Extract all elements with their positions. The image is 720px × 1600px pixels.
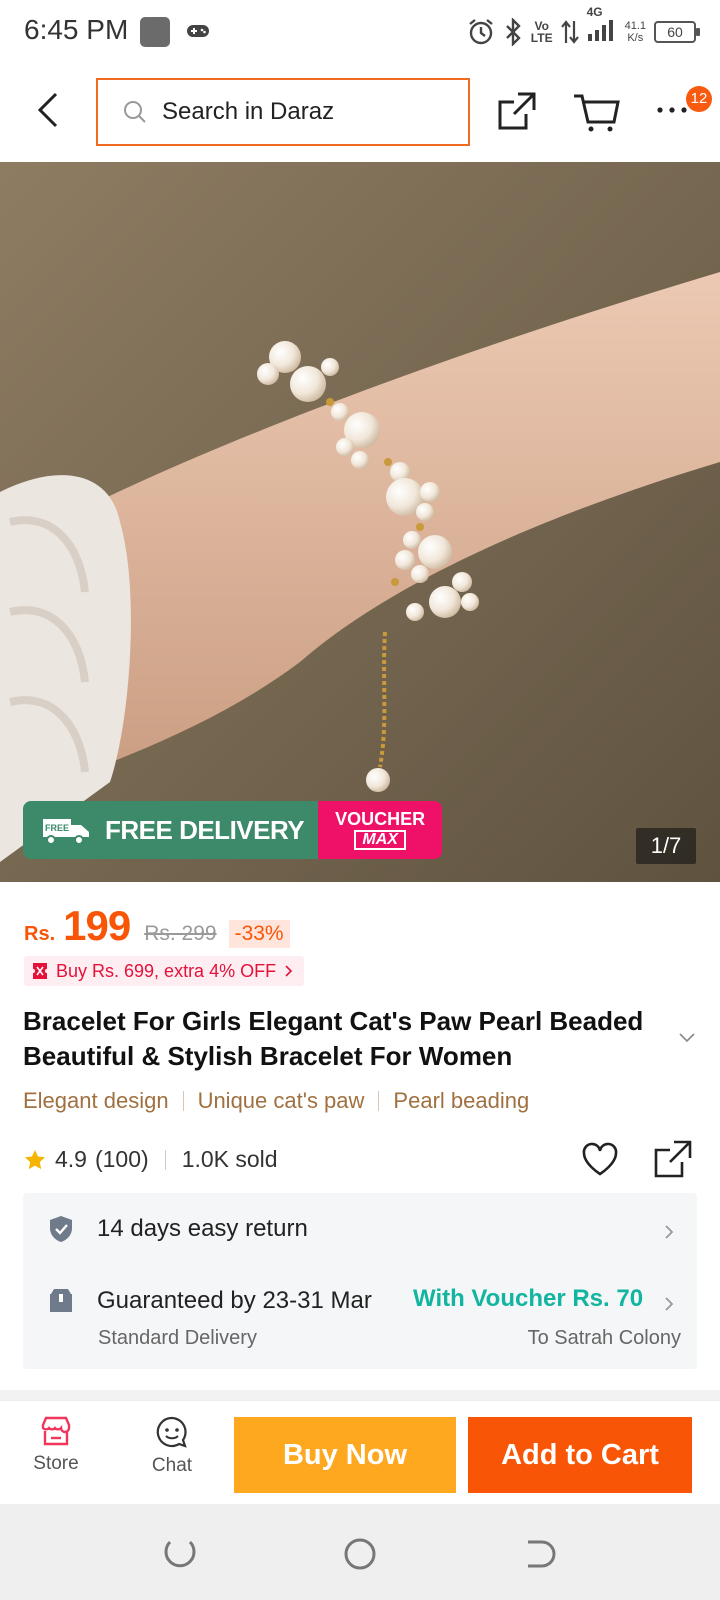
chat-button[interactable]: Chat — [132, 1415, 212, 1477]
gamepad-icon — [187, 25, 209, 37]
top-header: Search in Daraz 12 — [0, 64, 720, 162]
tag-divider — [182, 1091, 184, 1111]
image-counter: 1/7 — [636, 828, 696, 864]
status-time: 6:45 PM — [24, 14, 129, 45]
search-input[interactable]: Search in Daraz — [96, 78, 470, 146]
chevron-right-icon[interactable] — [663, 1223, 675, 1241]
heart-icon[interactable] — [580, 1140, 620, 1180]
network-speed: 41.1 K/s — [624, 20, 646, 44]
signal-icon — [587, 19, 613, 41]
section-divider — [0, 1390, 720, 1400]
promo-offer-chip[interactable]: Buy Rs. 699, extra 4% OFF — [24, 956, 305, 986]
review-count: (100) — [94, 1146, 149, 1172]
chevron-right-icon — [285, 965, 293, 977]
status-bar: 6:45 PM Vo LTE 4G 41.1 K/s 60 — [0, 0, 720, 64]
store-label: Store — [33, 1453, 79, 1474]
network-type: 4G — [586, 4, 603, 19]
chevron-right-icon[interactable] — [663, 1295, 675, 1313]
rating-value: 4.9 — [55, 1146, 87, 1172]
status-indicators: Vo LTE 4G 41.1 K/s 60 — [467, 6, 700, 50]
back-arrow-icon[interactable] — [30, 88, 70, 132]
back-nav-icon[interactable] — [520, 1534, 560, 1574]
battery-indicator: 60 — [654, 21, 700, 43]
delivery-guarantee-row[interactable]: Guaranteed by 23-31 Mar — [45, 1285, 372, 1317]
current-price: 199 — [63, 902, 131, 949]
rating-divider — [164, 1149, 166, 1170]
product-image-gallery[interactable] — [0, 162, 720, 882]
app-notification-icon — [140, 17, 170, 47]
volte-indicator: Vo LTE — [530, 19, 553, 45]
highlight-tag: Unique cat's paw — [197, 1088, 365, 1113]
store-button[interactable]: Store — [16, 1415, 96, 1475]
cart-icon[interactable] — [572, 90, 620, 134]
product-title-block[interactable]: Bracelet For Girls Elegant Cat's Paw Pea… — [23, 1004, 673, 1074]
buy-now-button[interactable]: Buy Now — [234, 1417, 456, 1493]
sold-count: 1.0K sold — [181, 1146, 278, 1172]
price-row: Rs. 199 Rs. 299 -33% — [24, 902, 290, 950]
data-arrows-icon — [560, 20, 579, 44]
return-policy-row[interactable]: 14 days easy return — [45, 1213, 308, 1245]
shield-check-icon — [50, 1216, 72, 1242]
bluetooth-icon — [505, 18, 521, 46]
star-icon — [25, 1149, 45, 1169]
voucher-max-badge: VOUCHER MAX — [318, 801, 443, 859]
chevron-down-icon[interactable] — [678, 1032, 696, 1044]
return-policy-text: 14 days easy return — [97, 1215, 308, 1242]
free-delivery-badge: FREE FREE DELIVERY — [23, 801, 319, 859]
alarm-icon — [469, 19, 493, 45]
discount-badge: -33% — [228, 920, 290, 948]
delivery-guarantee-text: Guaranteed by 23-31 Mar — [97, 1287, 372, 1314]
store-icon — [41, 1416, 71, 1446]
product-photo — [0, 162, 720, 882]
voucher-tag-icon — [33, 963, 47, 979]
add-to-cart-button[interactable]: Add to Cart — [468, 1417, 692, 1493]
price-currency: Rs. — [24, 923, 56, 945]
delivery-location: To Satrah Colony — [527, 1327, 681, 1349]
search-placeholder: Search in Daraz — [162, 98, 335, 125]
cart-count-badge: 12 — [686, 86, 712, 112]
promo-text: Buy Rs. 699, extra 4% OFF — [56, 960, 277, 981]
delivery-truck-icon: FREE — [43, 819, 89, 845]
free-delivery-voucher-banner: FREE FREE DELIVERY VOUCHER MAX — [23, 801, 443, 859]
share-icon[interactable] — [496, 90, 538, 132]
delivery-type: Standard Delivery — [98, 1327, 257, 1349]
search-icon — [124, 101, 146, 123]
system-navigation-bar — [0, 1504, 720, 1600]
home-icon[interactable] — [340, 1534, 380, 1574]
tag-divider — [378, 1091, 380, 1111]
voucher-delivery-text[interactable]: With Voucher Rs. 70 — [413, 1285, 643, 1313]
product-title: Bracelet For Girls Elegant Cat's Paw Pea… — [23, 1006, 644, 1071]
highlight-tag: Elegant design — [23, 1088, 169, 1113]
free-delivery-label: FREE DELIVERY — [105, 814, 305, 845]
truck-label: FREE — [45, 823, 69, 833]
chat-label: Chat — [151, 1455, 193, 1476]
chat-icon — [156, 1416, 187, 1448]
product-highlights: Elegant design Unique cat's paw Pearl be… — [23, 1088, 529, 1114]
original-price: Rs. 299 — [144, 922, 217, 945]
delivery-box-icon — [50, 1289, 72, 1312]
rating-row[interactable]: 4.9 (100) 1.0K sold — [23, 1146, 278, 1173]
bottom-action-bar: Store Chat Buy Now Add to Cart — [0, 1400, 720, 1504]
share-icon[interactable] — [652, 1138, 694, 1180]
service-info-card: 14 days easy return Guaranteed by 23-31 … — [23, 1193, 697, 1369]
highlight-tag: Pearl beading — [393, 1088, 530, 1113]
voucher-max-label: MAX — [354, 830, 406, 850]
recent-apps-icon[interactable] — [160, 1534, 200, 1574]
voucher-label: VOUCHER — [335, 809, 426, 829]
